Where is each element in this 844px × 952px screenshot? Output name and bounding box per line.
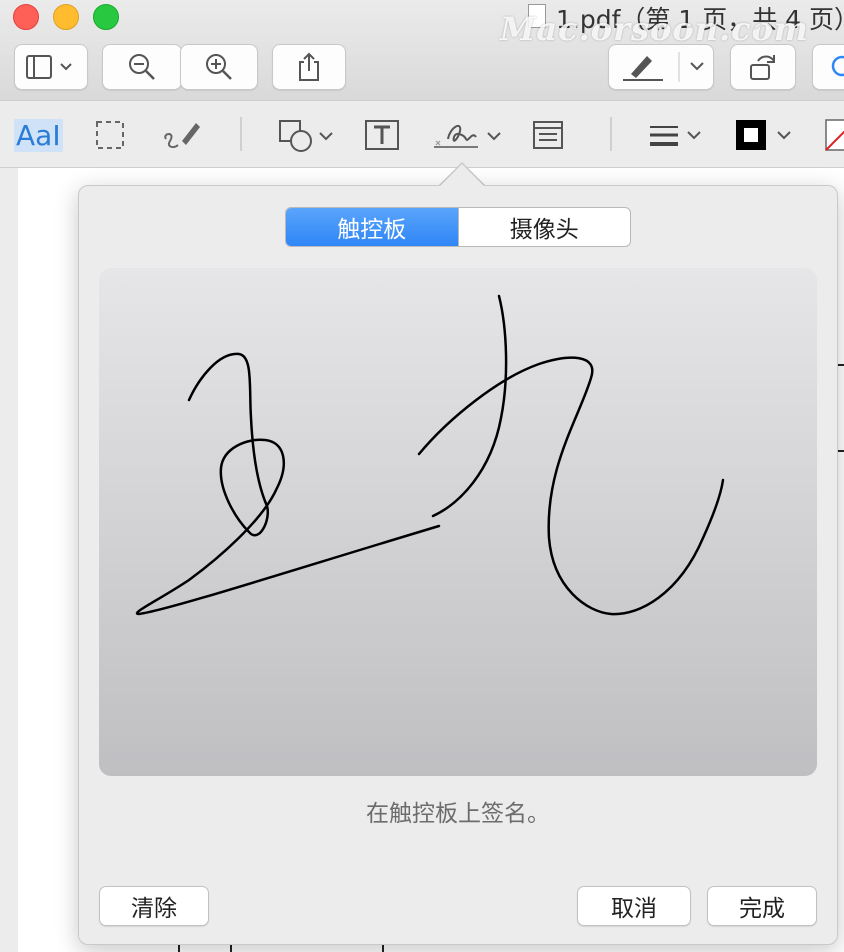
zoom-out-icon [129, 54, 155, 80]
sketch-tool[interactable] [160, 115, 204, 155]
tab-trackpad[interactable]: 触控板 [286, 208, 458, 246]
search-button[interactable] [812, 44, 844, 90]
signature-icon [434, 124, 501, 148]
border-color-icon [736, 120, 791, 150]
markup-toolbar: AaI [0, 100, 844, 168]
text-box-tool[interactable] [364, 115, 400, 155]
title-bar: 1.pdf（第 1 页，共 4 页） Mac.orsoon.com [0, 0, 844, 100]
signature-drawing [135, 294, 725, 616]
line-style-tool[interactable] [648, 115, 706, 155]
zoom-in-button[interactable] [180, 44, 258, 90]
text-box-icon [365, 120, 399, 150]
rotate-button[interactable] [730, 44, 796, 90]
signature-hint: 在触控板上签名。 [366, 801, 550, 827]
search-icon [831, 55, 844, 77]
signature-popover: 触控板 摄像头 在触控板上签名。 清除 取消 完成 [78, 185, 838, 945]
rotate-icon [750, 55, 775, 80]
capture-source-segmented-control: 触控板 摄像头 [285, 207, 631, 247]
cancel-button[interactable]: 取消 [577, 886, 691, 926]
rect-selection-icon [96, 121, 124, 149]
note-icon [533, 121, 563, 149]
signature-pad[interactable] [99, 268, 817, 776]
text-tool-label: AaI [14, 118, 63, 152]
markup-pen-icon [623, 52, 704, 82]
close-window-button[interactable] [13, 4, 39, 30]
minimize-window-button[interactable] [53, 4, 79, 30]
sidebar-toggle-button[interactable] [14, 44, 88, 90]
fill-color-tool[interactable] [824, 115, 844, 155]
share-icon [299, 52, 319, 81]
shapes-tool[interactable] [278, 115, 338, 155]
rect-selection-tool[interactable] [94, 115, 126, 155]
zoom-out-button[interactable] [102, 44, 182, 90]
zoom-in-icon [206, 54, 232, 80]
sign-tool[interactable] [432, 115, 508, 155]
fill-color-icon [825, 119, 844, 151]
text-selection-tool[interactable]: AaI [14, 115, 63, 155]
share-button[interactable] [272, 44, 346, 90]
fullscreen-window-button[interactable] [93, 4, 119, 30]
line-style-icon [650, 126, 701, 146]
popover-arrow [440, 164, 484, 186]
sketch-icon [164, 123, 200, 149]
watermark: Mac.orsoon.com [500, 10, 809, 48]
tab-camera[interactable]: 摄像头 [457, 208, 631, 246]
sidebar-icon [26, 55, 72, 79]
note-tool[interactable] [532, 115, 564, 155]
border-color-tool[interactable] [734, 115, 798, 155]
markup-button[interactable] [608, 44, 714, 90]
done-button[interactable]: 完成 [707, 886, 817, 926]
clear-button[interactable]: 清除 [99, 886, 209, 926]
shapes-icon [279, 120, 333, 152]
